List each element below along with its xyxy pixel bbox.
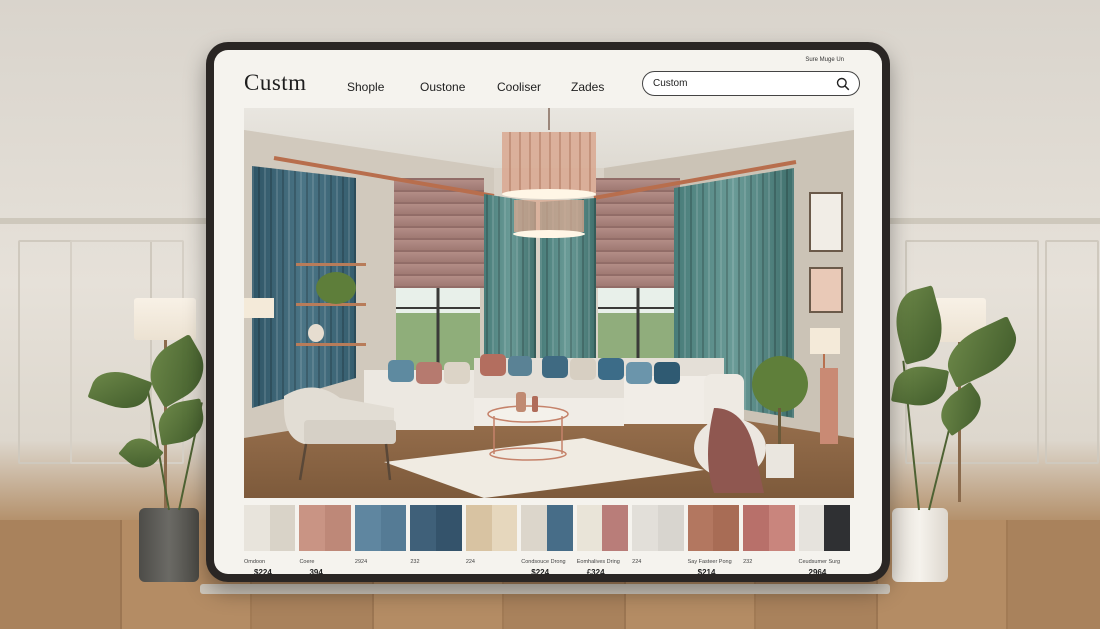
hero-room-image (244, 108, 854, 498)
swatch-color-b (269, 505, 296, 551)
swatch-color-a (244, 505, 270, 551)
screen: Custm Shople Oustone Cooliser Zades Sure… (214, 50, 882, 574)
swatch-price: £324 (586, 568, 605, 574)
fabric-swatch[interactable] (354, 505, 407, 551)
swatch-color-b (380, 505, 407, 551)
lamp-shade (134, 298, 196, 340)
swatch-item[interactable]: 224 (632, 505, 684, 565)
swatch-color-a (743, 505, 769, 551)
fabric-swatch[interactable] (244, 505, 296, 551)
fabric-swatch[interactable] (576, 505, 629, 551)
fabric-swatch[interactable] (521, 505, 573, 551)
swatch-item[interactable]: Condsouce Drong $224 (521, 505, 573, 574)
plant-pot (139, 508, 199, 582)
fabric-swatch[interactable] (632, 505, 684, 551)
room-illustration (244, 108, 854, 498)
swatch-price: 2964 (808, 568, 827, 574)
signin-link[interactable]: Sure Muge Un (805, 57, 844, 63)
swatch-color-a (354, 505, 381, 551)
swatch-color-b (325, 505, 351, 551)
device-stand (200, 584, 890, 594)
swatch-name: Ceudsumer Surg (798, 559, 841, 565)
top-nav: Custm Shople Oustone Cooliser Zades Sure… (214, 50, 882, 106)
swatch-item[interactable]: Ceudsumer Surg 2964 (798, 505, 851, 574)
swatch-color-a (521, 505, 547, 551)
nav-link-oustone[interactable]: Oustone (420, 80, 465, 94)
fabric-swatch[interactable] (798, 505, 850, 551)
swatch-item[interactable]: 232 (410, 505, 462, 565)
fabric-swatch[interactable] (410, 505, 462, 551)
swatch-item[interactable]: Say Fasteer Pong $214 (687, 505, 740, 574)
swatch-item[interactable]: Eomhalives Dring £324 (576, 505, 629, 574)
swatch-color-a (465, 505, 492, 551)
swatch-item[interactable]: Omdoon $224 (244, 505, 296, 574)
swatch-color-a (299, 505, 326, 551)
swatch-item[interactable]: 232 (743, 505, 795, 565)
swatch-price: 394 (309, 568, 323, 574)
swatch-color-b (824, 505, 850, 551)
swatch-color-b (657, 505, 684, 551)
swatch-color-a (410, 505, 437, 551)
swatch-item[interactable]: Coere 394 (299, 505, 351, 574)
fabric-swatch[interactable] (299, 505, 351, 551)
fabric-swatch[interactable] (687, 505, 740, 551)
nav-link-cooliser[interactable]: Cooliser (497, 80, 541, 94)
swatch-color-b (713, 505, 740, 551)
fabric-swatch[interactable] (465, 505, 518, 551)
search-input[interactable]: Custom (653, 78, 687, 89)
logo[interactable]: Custm (244, 70, 307, 96)
swatch-color-a (576, 505, 603, 551)
swatch-item[interactable]: 2924 (354, 505, 407, 565)
swatch-color-b (491, 505, 518, 551)
swatch-price: $224 (531, 568, 550, 574)
search-icon[interactable] (836, 77, 850, 91)
plant-pot (892, 508, 948, 582)
tablet-device: Custm Shople Oustone Cooliser Zades Sure… (206, 42, 890, 582)
swatch-item[interactable]: 224 (465, 505, 518, 565)
swatch-price: $224 (254, 568, 272, 574)
search-bar[interactable]: Custom (642, 71, 860, 96)
nav-link-zades[interactable]: Zades (571, 80, 604, 94)
swatch-color-b (436, 505, 462, 551)
swatch-color-b (547, 505, 573, 551)
nav-link-shople[interactable]: Shople (347, 80, 384, 94)
swatch-color-a (632, 505, 658, 551)
swatch-color-b (602, 505, 629, 551)
swatch-color-b (768, 505, 795, 551)
swatch-color-a (798, 505, 825, 551)
fabric-swatch[interactable] (743, 505, 795, 551)
fabric-swatch-strip: Omdoon $224 Coere 394 2924 232 224 Condsouce Dr… (244, 505, 854, 574)
swatch-color-a (687, 505, 714, 551)
swatch-price: $214 (697, 568, 716, 574)
wall-panel (1045, 240, 1099, 464)
